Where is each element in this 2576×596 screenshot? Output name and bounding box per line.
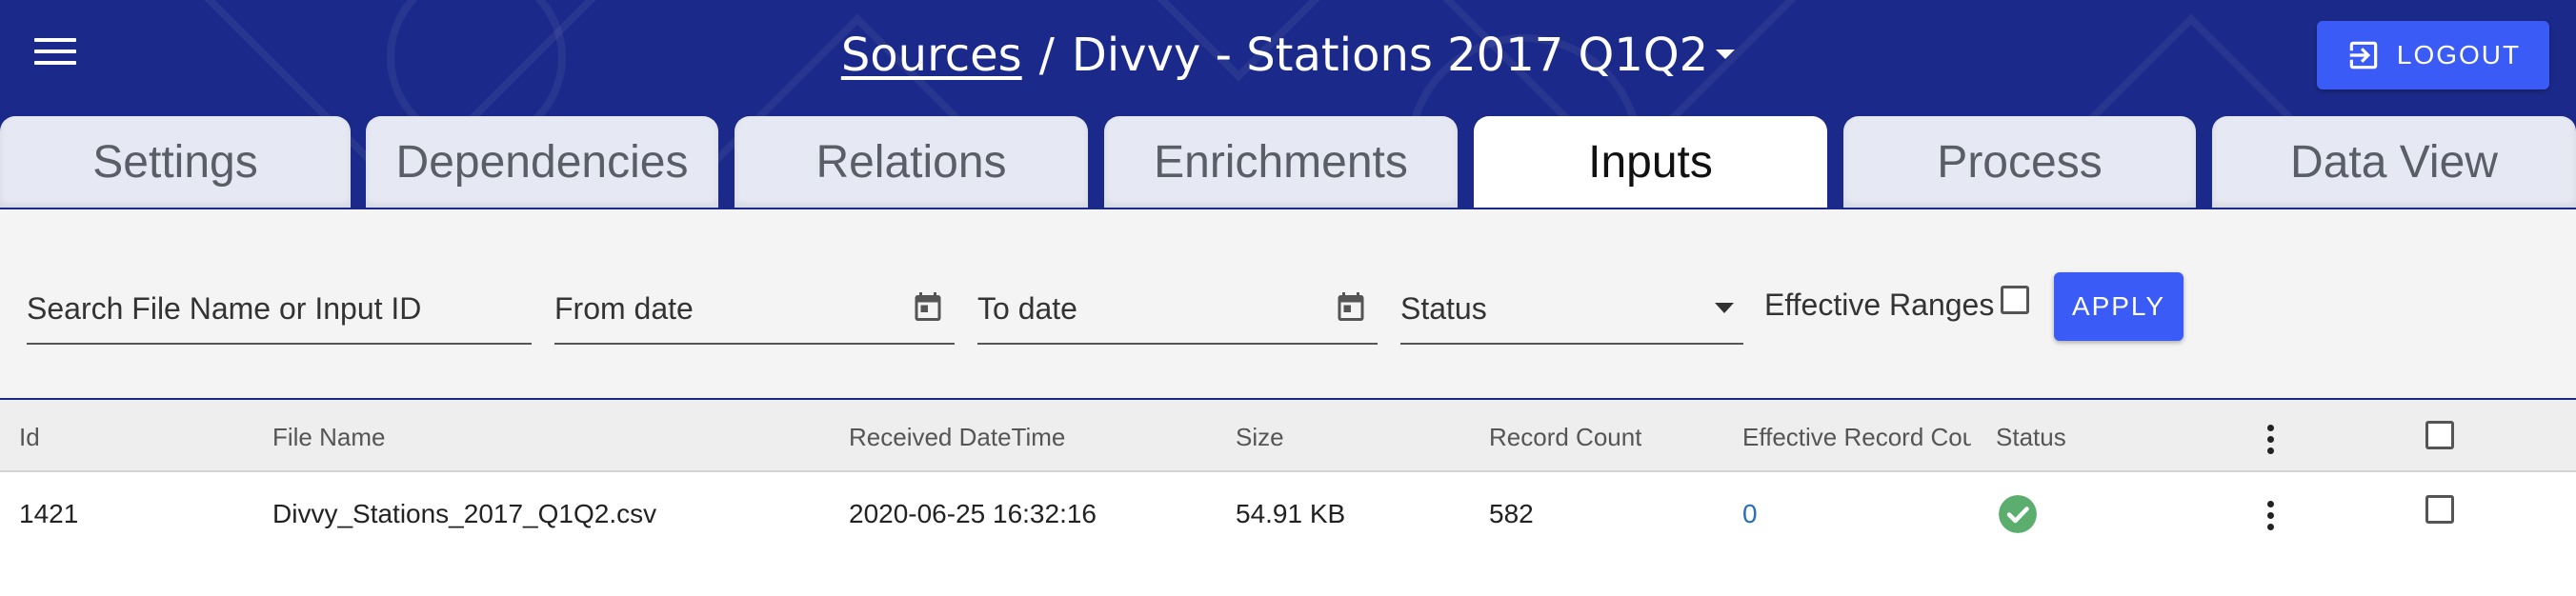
page-title: Sources / Divvy - Stations 2017 Q1Q2 — [0, 23, 2576, 88]
cell-file-name: Divvy_Stations_2017_Q1Q2.csv — [272, 499, 657, 528]
caret-down-icon — [1715, 303, 1734, 313]
tab-data-view[interactable]: Data View — [2212, 116, 2576, 208]
logout-button[interactable]: LOGOUT — [2317, 21, 2549, 89]
source-name-dropdown[interactable]: Divvy - Stations 2017 Q1Q2 — [1071, 29, 1736, 82]
column-header-size[interactable]: Size — [1236, 423, 1284, 452]
calendar-icon[interactable] — [911, 289, 945, 324]
table-row[interactable]: 1421 Divvy_Stations_2017_Q1Q2.csv 2020-0… — [0, 472, 2576, 554]
select-all-checkbox[interactable] — [2425, 421, 2454, 449]
breadcrumb-sources-link[interactable]: Sources — [841, 29, 1022, 82]
cell-size: 54.91 KB — [1236, 499, 1346, 528]
apply-button[interactable]: APPLY — [2054, 272, 2184, 341]
column-header-received-datetime[interactable]: Received DateTime — [849, 423, 1065, 452]
caret-down-icon — [1716, 50, 1736, 59]
logout-icon — [2349, 41, 2378, 70]
column-header-file-name[interactable]: File Name — [272, 423, 385, 452]
logout-label: LOGOUT — [2396, 40, 2522, 70]
filter-bar: Search File Name or Input ID From date T… — [0, 208, 2576, 400]
from-date-placeholder: From date — [554, 291, 694, 326]
effective-ranges-checkbox[interactable] — [2001, 286, 2029, 314]
tab-relations[interactable]: Relations — [735, 116, 1088, 208]
search-placeholder: Search File Name or Input ID — [27, 291, 422, 326]
effective-ranges-label: Effective Ranges — [1764, 288, 1995, 322]
table-header: Id File Name Received DateTime Size Reco… — [0, 400, 2576, 472]
status-select[interactable]: Status — [1400, 268, 1743, 345]
cell-record-count: 582 — [1489, 499, 1534, 528]
row-select-checkbox[interactable] — [2425, 495, 2454, 524]
tab-process[interactable]: Process — [1843, 116, 2196, 208]
column-header-id[interactable]: Id — [19, 423, 40, 452]
column-header-status[interactable]: Status — [1996, 423, 2066, 452]
search-input[interactable]: Search File Name or Input ID — [27, 268, 532, 345]
tab-inputs[interactable]: Inputs — [1474, 116, 1827, 208]
to-date-field[interactable]: To date — [977, 268, 1378, 345]
check-circle-icon — [1999, 495, 2037, 533]
from-date-field[interactable]: From date — [554, 268, 955, 345]
tab-enrichments[interactable]: Enrichments — [1104, 116, 1458, 208]
tab-dependencies[interactable]: Dependencies — [366, 116, 718, 208]
cell-received-datetime: 2020-06-25 16:32:16 — [849, 499, 1097, 528]
row-menu-icon[interactable] — [2267, 501, 2275, 535]
cell-effective-record-count-link[interactable]: 0 — [1742, 499, 1758, 529]
column-header-record-count[interactable]: Record Count — [1489, 423, 1641, 452]
tab-settings[interactable]: Settings — [0, 116, 351, 208]
source-name: Divvy - Stations 2017 Q1Q2 — [1071, 29, 1709, 82]
calendar-icon[interactable] — [1334, 289, 1368, 324]
to-date-placeholder: To date — [977, 291, 1077, 326]
cell-id: 1421 — [19, 499, 79, 528]
column-menu-icon[interactable] — [2267, 425, 2275, 459]
breadcrumb-separator: / — [1038, 29, 1055, 82]
column-header-effective-record-count[interactable]: Effective Record Cou — [1742, 423, 1971, 452]
status-placeholder: Status — [1400, 291, 1487, 326]
